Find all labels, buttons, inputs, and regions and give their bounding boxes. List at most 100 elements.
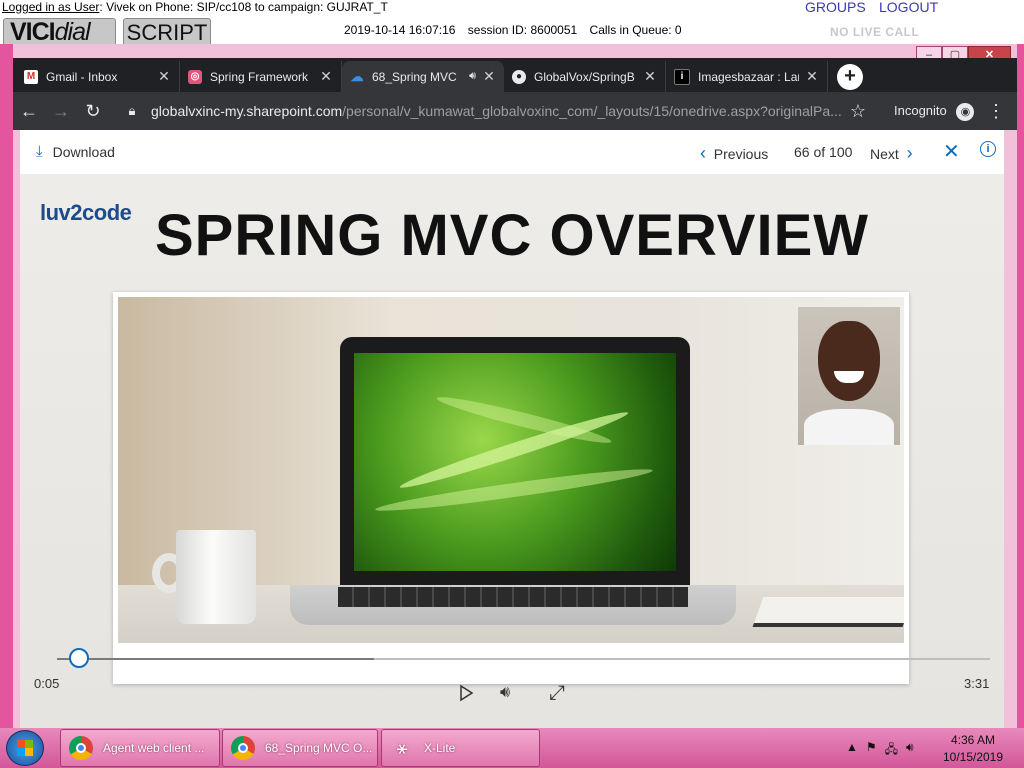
lock-icon[interactable]: 🔒︎ <box>121 100 143 122</box>
url-path: /personal/v_kumawat_globalvoxinc_com/_la… <box>342 103 841 119</box>
script-tab[interactable]: SCRIPT <box>123 18 211 46</box>
chevron-right-icon: › <box>906 143 913 163</box>
item-counter: 66 of 100 <box>794 144 853 160</box>
tab-close-icon[interactable]: ✕ <box>157 68 171 85</box>
fullscreen-icon[interactable]: ⤢ <box>549 682 565 705</box>
reload-icon[interactable]: ↻ <box>82 100 104 122</box>
laptop-photo <box>118 297 904 643</box>
address-bar-row: ← → ↻ 🔒︎ globalvxinc-my.sharepoint.com/p… <box>13 92 1017 130</box>
progress-thumb[interactable] <box>69 648 89 668</box>
clock-date[interactable]: 10/15/2019 <box>930 750 1016 764</box>
back-icon[interactable]: ← <box>18 100 40 122</box>
url-field[interactable]: globalvxinc-my.sharepoint.com/personal/v… <box>151 103 841 119</box>
download-label: Download <box>52 143 115 160</box>
tab-close-icon[interactable]: ✕ <box>643 68 657 85</box>
taskbar-item-label: 68_Spring MVC O... <box>265 741 373 755</box>
action-center-icon[interactable]: ⚑ <box>866 740 877 761</box>
taskbar-item-label: X-Lite <box>424 741 456 755</box>
menu-kebab-icon[interactable]: ⋮ <box>985 100 1007 122</box>
calls-in-queue: Calls in Queue: 0 <box>589 23 682 37</box>
tab-spring-framework[interactable]: ◎ Spring Framework ✕ <box>180 61 342 92</box>
viewer-toolbar: ⤓ Download ‹ Previous 66 of 100 Next › ✕ … <box>20 130 1004 174</box>
notebook <box>752 597 904 627</box>
previous-button[interactable]: ‹ Previous <box>700 143 768 164</box>
logo-italic: dial <box>54 18 91 46</box>
bookmark-star-icon[interactable]: ☆ <box>847 100 869 122</box>
clock-time[interactable]: 4:36 AM <box>930 733 1016 747</box>
no-live-call-status: NO LIVE CALL <box>830 25 920 39</box>
previous-label: Previous <box>713 146 769 162</box>
tab-title: GlobalVox/SpringB <box>534 69 635 84</box>
gmail-icon: M <box>24 69 38 84</box>
url-domain: globalvxinc-my.sharepoint.com <box>151 103 343 119</box>
tab-close-icon[interactable]: ✕ <box>805 68 819 85</box>
presenter-webcam <box>798 307 900 445</box>
tab-title: Gmail - Inbox <box>46 69 118 84</box>
laptop-keyboard <box>338 587 688 607</box>
slide-title: SPRING MVC OVERVIEW <box>154 203 870 268</box>
tab-close-icon[interactable]: ✕ <box>319 68 333 85</box>
taskbar: Agent web client ... 68_Spring MVC O... … <box>0 728 1024 768</box>
download-icon: ⤓ <box>36 143 43 160</box>
chrome-icon <box>231 736 255 760</box>
chrome-icon <box>69 736 93 760</box>
xlite-icon: ⚹ <box>396 738 408 758</box>
spring-icon: ◎ <box>188 69 202 84</box>
tab-close-icon[interactable]: ✕ <box>482 68 496 85</box>
logo-bold: VICI <box>10 18 56 46</box>
github-icon: ● <box>512 69 526 84</box>
tray-expand-icon[interactable]: ▲ <box>846 740 858 761</box>
tab-title: 68_Spring MVC <box>372 69 457 84</box>
tab-imagesbazaar[interactable]: i Imagesbazaar : Lar ✕ <box>666 61 828 92</box>
taskbar-item-spring-mvc[interactable]: 68_Spring MVC O... <box>222 729 378 767</box>
play-icon[interactable] <box>457 684 475 702</box>
tab-spring-mvc[interactable]: ☁ 68_Spring MVC 🔊︎ ✕ <box>342 61 504 92</box>
volume-icon[interactable]: 🔊︎ <box>500 684 510 702</box>
tab-gmail[interactable]: M Gmail - Inbox ✕ <box>16 61 180 92</box>
new-tab-button[interactable]: + <box>837 64 863 90</box>
total-time: 3:31 <box>964 676 990 691</box>
tab-github[interactable]: ● GlobalVox/SpringB ✕ <box>504 61 666 92</box>
taskbar-item-label: Agent web client ... <box>103 741 205 755</box>
progress-buffer <box>57 658 374 660</box>
groups-link[interactable]: GROUPS <box>805 0 866 15</box>
coffee-mug <box>176 530 256 624</box>
close-icon[interactable]: ✕ <box>943 139 960 164</box>
logout-link[interactable]: LOGOUT <box>879 0 938 15</box>
incognito-label: Incognito <box>894 103 947 118</box>
onedrive-viewer: ⤓ Download ‹ Previous 66 of 100 Next › ✕ … <box>20 130 1004 728</box>
logged-in-link[interactable]: Logged in as User <box>2 0 99 14</box>
forward-icon[interactable]: → <box>50 100 72 122</box>
download-button[interactable]: ⤓ Download <box>36 143 115 160</box>
session-id: session ID: 8600051 <box>467 23 578 37</box>
session-status: 2019-10-14 16:07:16 session ID: 8600051 … <box>344 23 691 37</box>
presenter-face <box>818 321 880 401</box>
slide-photo-frame <box>113 292 909 684</box>
video-player[interactable]: luv2code SPRING MVC OVERVIEW 0:05 3:31 🔊… <box>20 174 1004 728</box>
onedrive-icon: ☁ <box>350 68 364 84</box>
taskbar-item-agent-web-client[interactable]: Agent web client ... <box>60 729 220 767</box>
info-icon[interactable]: i <box>980 141 996 157</box>
laptop-display <box>354 353 676 571</box>
start-button[interactable] <box>6 730 44 766</box>
vicidial-logo: VICIdial <box>3 18 116 46</box>
login-info: Logged in as User: Vivek on Phone: SIP/c… <box>2 0 388 14</box>
speaker-icon[interactable]: 🔊︎ <box>906 740 914 761</box>
tab-title: Imagesbazaar : Lar <box>698 69 799 84</box>
next-label: Next <box>870 146 899 162</box>
progress-track[interactable] <box>57 658 990 660</box>
network-icon[interactable]: 🖧︎ <box>885 740 898 761</box>
taskbar-item-xlite[interactable]: ⚹ X-Lite <box>381 729 540 767</box>
system-tray: ▲ ⚑ 🖧︎ 🔊︎ <box>846 740 914 761</box>
tab-audio-icon[interactable]: 🔊︎ <box>469 70 476 83</box>
chevron-left-icon: ‹ <box>700 143 706 163</box>
presenter-shirt <box>804 409 894 445</box>
current-time: 0:05 <box>34 676 60 691</box>
next-button[interactable]: Next › <box>870 143 913 164</box>
tab-strip: M Gmail - Inbox ✕ ◎ Spring Framework ✕ ☁… <box>13 58 1017 92</box>
incognito-indicator[interactable]: Incognito ◉ <box>894 103 975 121</box>
tab-title: Spring Framework <box>210 69 309 84</box>
incognito-icon: ◉ <box>956 103 975 121</box>
imagesbazaar-icon: i <box>674 68 690 85</box>
login-details: : Vivek on Phone: SIP/cc108 to campaign:… <box>99 0 388 14</box>
